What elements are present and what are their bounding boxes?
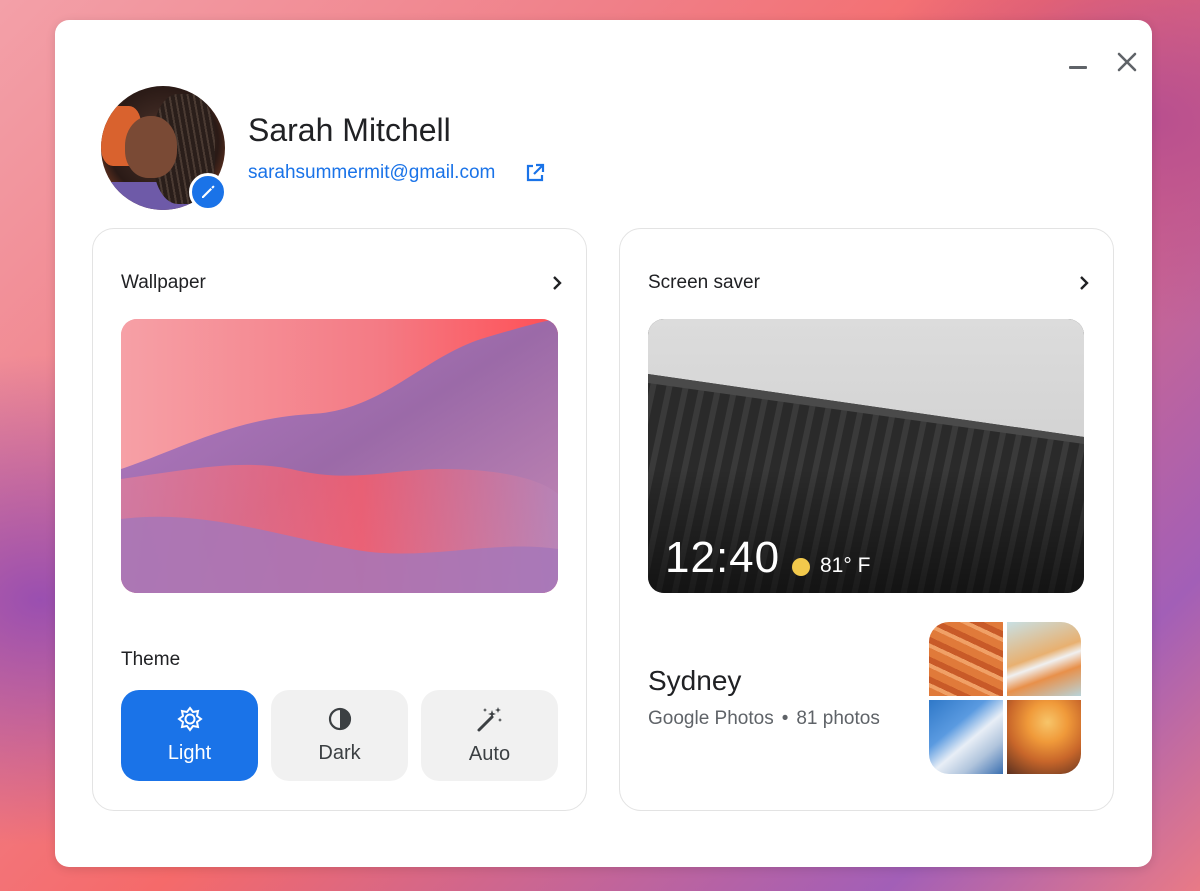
brightness-icon [176, 706, 203, 732]
album-thumbnail [929, 700, 1003, 774]
contrast-icon [328, 707, 351, 731]
wallpaper-title: Wallpaper [121, 272, 206, 293]
screensaver-clock: 12:40 [665, 533, 781, 582]
magic-wand-icon [477, 707, 502, 732]
open-external-icon[interactable] [524, 162, 546, 184]
album-info: Google Photos • 81 photos [648, 708, 880, 730]
chevron-right-icon [1080, 276, 1089, 290]
theme-label: Theme [121, 649, 181, 670]
album-count: 81 photos [796, 708, 880, 729]
theme-dark-label: Dark [318, 742, 361, 764]
wallpaper-image [121, 319, 558, 593]
screensaver-card: Screen saver 12:40 81° F Sydney Google P… [619, 228, 1114, 811]
wallpaper-preview[interactable] [121, 319, 558, 593]
close-icon [1117, 52, 1137, 72]
screensaver-preview[interactable]: 12:40 81° F [648, 319, 1084, 593]
theme-dark-button[interactable]: Dark [271, 690, 408, 781]
screensaver-temperature: 81° F [820, 554, 871, 577]
album-thumbnail [929, 622, 1003, 696]
theme-light-button[interactable]: Light [121, 690, 258, 781]
edit-avatar-button[interactable] [189, 173, 227, 211]
wallpaper-header[interactable]: Wallpaper [121, 269, 564, 297]
separator-dot: • [781, 708, 789, 729]
album-source: Google Photos [648, 708, 774, 729]
theme-light-label: Light [167, 742, 212, 764]
album-thumbnail [1007, 622, 1081, 696]
user-email-link[interactable]: sarahsummermit@gmail.com [248, 162, 495, 184]
theme-options: Light Dark Auto [121, 690, 558, 781]
sun-icon [792, 558, 810, 576]
screensaver-header[interactable]: Screen saver [648, 269, 1091, 297]
wallpaper-card: Wallpaper Theme Light Dark Auto [92, 228, 587, 811]
theme-auto-button[interactable]: Auto [421, 690, 558, 781]
minimize-button[interactable] [1065, 48, 1093, 76]
album-thumbnail-grid[interactable] [929, 622, 1081, 774]
avatar-container [101, 86, 227, 211]
theme-auto-label: Auto [468, 743, 511, 765]
pencil-icon [202, 185, 215, 198]
chevron-right-icon [553, 276, 562, 290]
personalization-window: Sarah Mitchell sarahsummermit@gmail.com … [55, 20, 1152, 867]
album-thumbnail [1007, 700, 1081, 774]
album-name: Sydney [648, 665, 742, 696]
close-button[interactable] [1113, 48, 1141, 76]
user-name: Sarah Mitchell [248, 112, 451, 148]
screensaver-title: Screen saver [648, 272, 760, 293]
